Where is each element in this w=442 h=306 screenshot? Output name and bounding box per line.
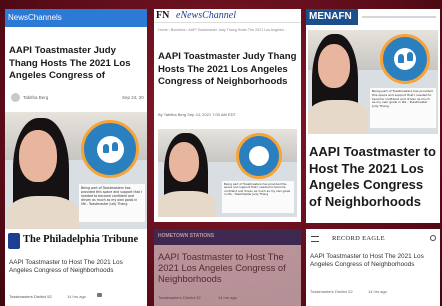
hometown-stations-panel: HOMETOWN STATIONS AAPI Toastmaster to Ho… [154,229,301,306]
hometown-stations-header: HOMETOWN STATIONS [154,229,301,245]
author-name: Toastmasters District 52 [158,295,201,300]
photo-caption: Being part of Toastmasters has provided … [370,88,436,128]
newschannels-panel: NewsChannels AAPI Toastmaster Judy Thang… [5,9,147,237]
photo-caption: Being part of Toastmasters has provided … [79,184,145,222]
philadelphia-tribune-logo[interactable]: The Philadelphia Tribune [8,233,147,251]
menu-icon[interactable] [311,236,319,242]
author-avatar [11,93,20,102]
author-name: Tabitha Berg [23,95,49,100]
record-eagle-logo[interactable]: RECORD EAGLE [332,235,385,242]
hometown-stations-logo[interactable]: HOMETOWN STATIONS [158,233,214,239]
menafn-logo[interactable]: MENAFN [306,9,358,25]
newschannels-headline[interactable]: AAPI Toastmaster Judy Thang Hosts The 20… [9,45,145,83]
hometown-headline[interactable]: AAPI Toastmaster to Host The 2021 Los An… [158,251,300,285]
article-photo: Being part of Toastmasters has provided … [158,129,297,217]
enewschannel-logo-prefix[interactable]: FN [156,10,169,21]
tribune-logo-text: The Philadelphia Tribune [23,234,139,245]
article-photo: Being part of Toastmasters has provided … [5,112,147,237]
author-name: Toastmasters District 52 [9,294,52,299]
enewschannel-header: FN eNewsChannel [154,9,301,23]
photo-caption: Being part of Toastmasters has provided … [222,181,294,213]
menafn-logo-text: MENAFN [309,11,352,22]
tribune-headline[interactable]: AAPI Toastmaster to Host The 2021 Los An… [9,259,145,284]
search-icon[interactable] [430,235,436,241]
newschannels-logo[interactable]: NewsChannels [8,13,62,22]
article-time: 14 hrs ago [67,294,86,299]
article-photo: Being part of Toastmasters has provided … [308,30,438,134]
enewschannel-panel: FN eNewsChannel Home › Business › AAPI T… [154,9,301,222]
enewschannel-logo[interactable]: eNewsChannel [176,10,236,21]
tribune-logo-mark [8,233,20,249]
author-name: Toastmasters District 52 [310,289,353,294]
breadcrumb[interactable]: Home › Business › AAPI Toastmaster Judy … [158,28,298,32]
menafn-panel: MENAFN Being part of Toastmasters has pr… [306,9,440,223]
menafn-headline[interactable]: AAPI Toastmaster to Host The 2021 Los An… [309,144,439,223]
enewschannel-headline[interactable]: AAPI Toastmaster Judy Thang Hosts The 20… [158,51,298,103]
article-time: 14 hrs ago [368,289,387,294]
article-date: Sep 24, 20 [122,95,144,100]
newschannels-header: NewsChannels [5,9,147,27]
philadelphia-tribune-panel: The Philadelphia Tribune AAPI Toastmaste… [5,229,147,306]
comment-icon[interactable] [97,293,102,297]
article-time: 14 hrs ago [218,295,237,300]
record-eagle-headline[interactable]: AAPI Toastmaster to Host The 2021 Los An… [310,253,438,278]
byline: By Tabitha Berg Sep 24, 2021 7:00 AM EDT [158,112,236,117]
record-eagle-panel: RECORD EAGLE AAPI Toastmaster to Host Th… [306,229,440,306]
